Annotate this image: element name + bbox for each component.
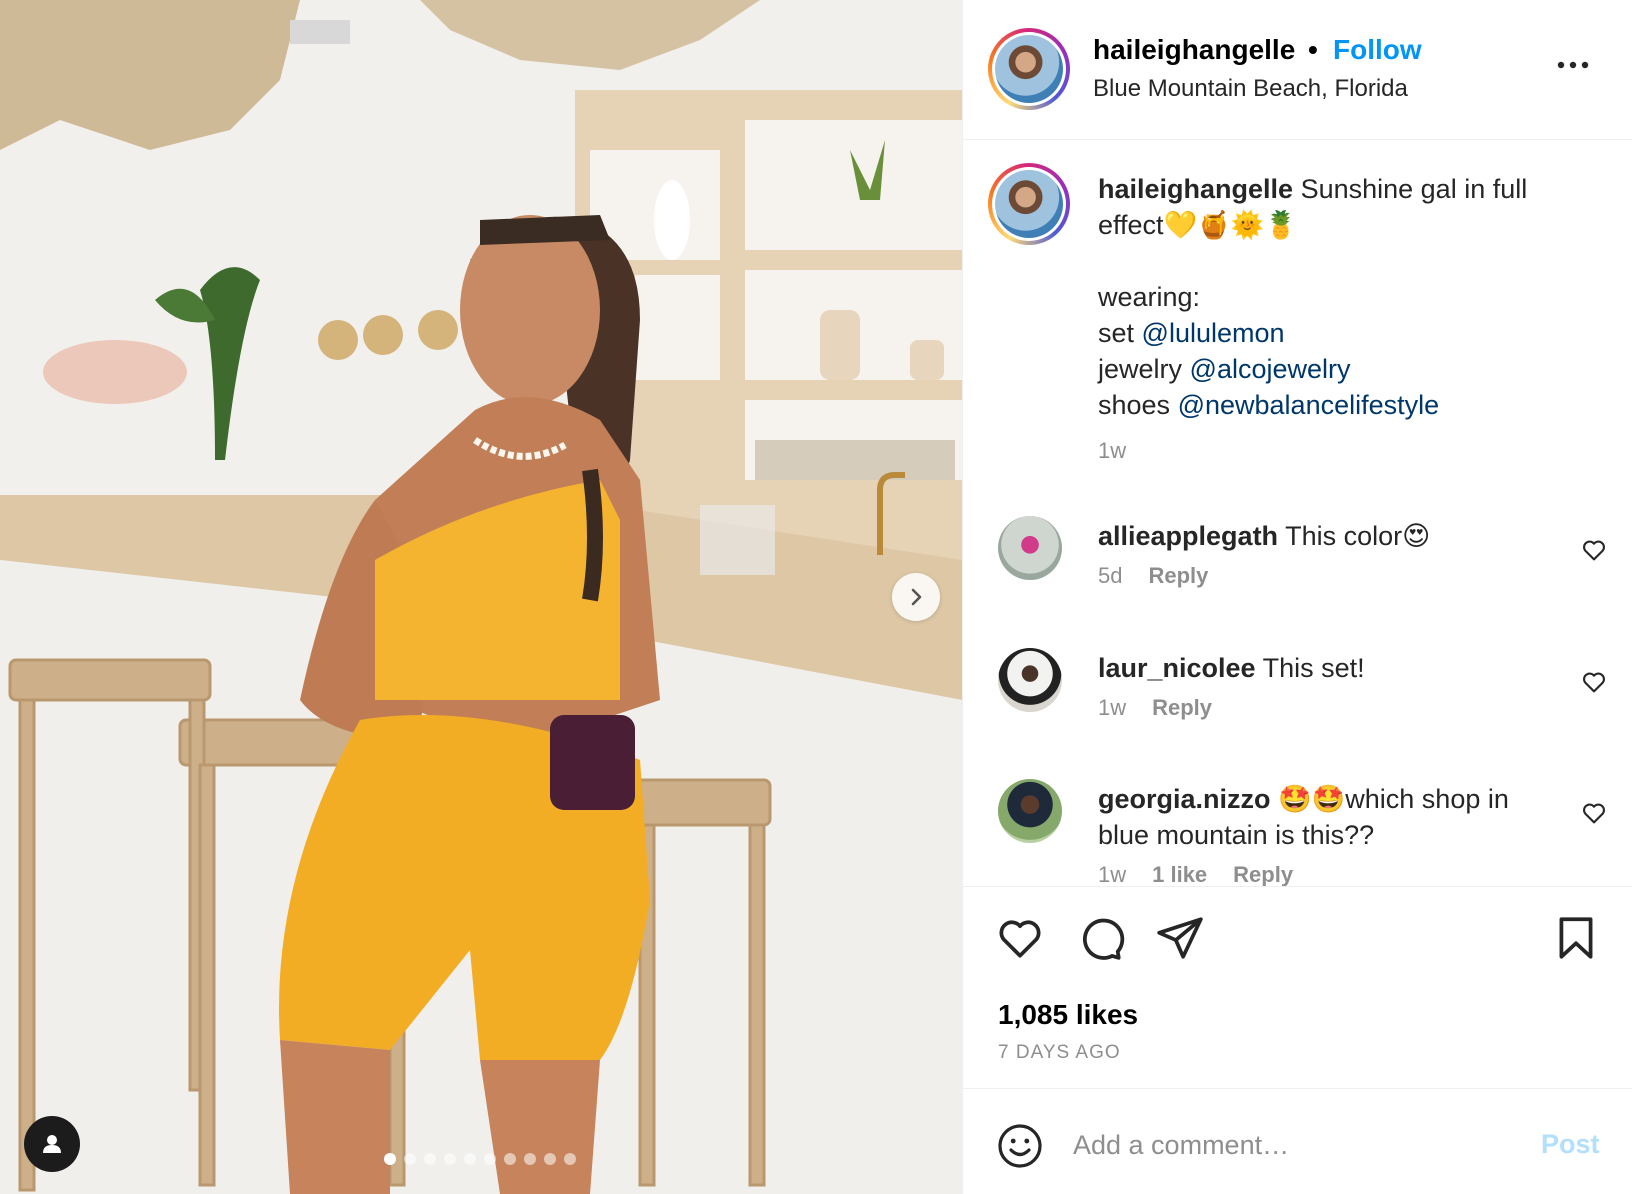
post-comment-button[interactable]: Post — [1541, 1129, 1600, 1160]
caption-shoes-label: shoes — [1098, 390, 1171, 420]
commenter-username[interactable]: allieapplegath — [1098, 521, 1278, 551]
bookmark-icon — [1559, 917, 1593, 959]
comment-time: 1w — [1098, 695, 1127, 720]
reply-button[interactable]: Reply — [1148, 563, 1208, 588]
comment-body: This color😍 — [1285, 521, 1431, 551]
comment-body: This set! — [1262, 653, 1365, 683]
comment-meta: 5d Reply — [1098, 563, 1208, 589]
follow-button[interactable]: Follow — [1333, 34, 1422, 66]
add-comment-bar: Post — [963, 1088, 1632, 1194]
carousel-dot — [504, 1153, 516, 1165]
post-header: haileighangelle • Follow Blue Mountain B… — [963, 0, 1632, 140]
send-icon — [1157, 917, 1203, 959]
tagged-users-button[interactable] — [24, 1116, 80, 1172]
share-button[interactable] — [1155, 913, 1205, 963]
like-comment-button[interactable] — [1580, 799, 1608, 827]
caption-set-label: set — [1098, 318, 1135, 348]
comment-input[interactable] — [1073, 1117, 1513, 1173]
post-actions: 1,085 likes 7 DAYS AGO — [963, 886, 1632, 1086]
carousel-dot — [544, 1153, 556, 1165]
post-photo[interactable] — [0, 0, 962, 1194]
comment-button[interactable] — [1075, 913, 1125, 963]
carousel-indicator — [384, 1153, 576, 1165]
like-comment-button[interactable] — [1580, 668, 1608, 696]
caption-text: haileighangelle Sunshine gal in full eff… — [1098, 171, 1598, 423]
commenter-avatar[interactable] — [998, 516, 1062, 580]
mention-alcojewelry[interactable]: @alcojewelry — [1190, 354, 1351, 384]
comments-section[interactable]: haileighangelle Sunshine gal in full eff… — [963, 141, 1632, 886]
separator-dot: • — [1308, 34, 1318, 65]
commenter-username[interactable]: laur_nicolee — [1098, 653, 1256, 683]
comment-icon — [1082, 918, 1125, 960]
heart-icon — [1583, 540, 1605, 561]
carousel-dot — [384, 1153, 396, 1165]
carousel-dot — [404, 1153, 416, 1165]
reply-button[interactable]: Reply — [1233, 862, 1293, 886]
carousel-dot — [484, 1153, 496, 1165]
likes-count[interactable]: 1,085 likes — [998, 999, 1138, 1031]
next-slide-button[interactable] — [892, 573, 940, 621]
chevron-right-icon — [911, 588, 922, 606]
caption-username[interactable]: haileighangelle — [1098, 174, 1293, 204]
location-link[interactable]: Blue Mountain Beach, Florida — [1093, 75, 1408, 103]
save-button[interactable] — [1551, 913, 1601, 963]
comment-meta: 1w 1 like Reply — [1098, 862, 1293, 886]
caption-wearing: wearing: — [1098, 282, 1201, 312]
comment-meta: 1w Reply — [1098, 695, 1212, 721]
author-username[interactable]: haileighangelle — [1093, 34, 1295, 66]
mention-newbalancelifestyle[interactable]: @newbalancelifestyle — [1178, 390, 1440, 420]
emoji-picker-button[interactable] — [996, 1122, 1044, 1170]
caption-timestamp: 1w — [1098, 438, 1127, 463]
carousel-dot — [464, 1153, 476, 1165]
carousel-dot — [524, 1153, 536, 1165]
commenter-avatar[interactable] — [998, 779, 1062, 843]
reply-button[interactable]: Reply — [1152, 695, 1212, 720]
comment-likes[interactable]: 1 like — [1152, 862, 1207, 886]
comment-time: 1w — [1098, 862, 1127, 886]
heart-icon — [1583, 672, 1605, 693]
like-comment-button[interactable] — [1580, 536, 1608, 564]
post-details-panel: haileighangelle • Follow Blue Mountain B… — [962, 0, 1632, 1194]
comment-text: georgia.nizzo 🤩🤩which shop in blue mount… — [1098, 781, 1528, 853]
carousel-dot — [564, 1153, 576, 1165]
heart-icon — [999, 920, 1041, 958]
carousel-dot — [444, 1153, 456, 1165]
caption-jewelry-label: jewelry — [1098, 354, 1183, 384]
more-horizontal-icon — [1557, 61, 1589, 69]
user-icon — [43, 1135, 61, 1153]
comment-time: 5d — [1098, 563, 1123, 588]
comment-text: allieapplegath This color😍 — [1098, 518, 1528, 554]
comment-text: laur_nicolee This set! — [1098, 650, 1528, 686]
commenter-avatar[interactable] — [998, 648, 1062, 712]
mention-lululemon[interactable]: @lululemon — [1142, 318, 1285, 348]
commenter-username[interactable]: georgia.nizzo — [1098, 784, 1271, 814]
post-date: 7 DAYS AGO — [998, 1042, 1121, 1063]
heart-icon — [1583, 803, 1605, 824]
author-avatar[interactable] — [988, 28, 1070, 110]
caption-avatar[interactable] — [988, 163, 1070, 245]
more-options-button[interactable] — [1553, 50, 1593, 80]
carousel-dot — [424, 1153, 436, 1165]
smiley-icon — [998, 1124, 1042, 1168]
like-button[interactable] — [995, 913, 1045, 963]
photo-scene — [0, 0, 962, 1194]
